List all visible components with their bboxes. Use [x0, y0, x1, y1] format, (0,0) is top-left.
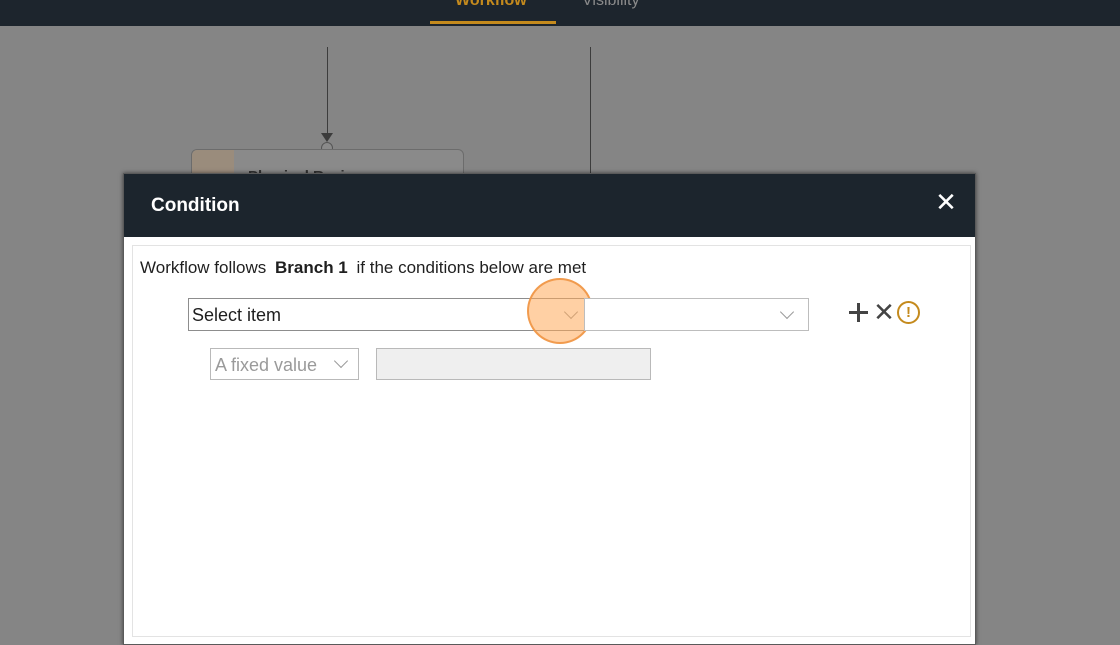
- dialog-title: Condition: [151, 195, 240, 216]
- tab-workflow[interactable]: Workflow: [455, 0, 527, 10]
- active-tab-indicator: [430, 21, 556, 24]
- chevron-down-icon[interactable]: [333, 353, 349, 369]
- value-source-select[interactable]: A fixed value: [210, 348, 359, 380]
- close-icon[interactable]: ✕: [934, 189, 958, 215]
- warning-icon[interactable]: !: [897, 301, 920, 324]
- workflow-connector-line: [590, 47, 591, 175]
- workflow-connector-line: [327, 47, 328, 135]
- close-icon[interactable]: ✕: [872, 299, 896, 326]
- chevron-down-icon[interactable]: [779, 304, 795, 320]
- connector-arrow-icon: [321, 133, 333, 142]
- sentence-prefix: Workflow follows: [140, 258, 267, 277]
- plus-icon[interactable]: [847, 300, 871, 326]
- dialog-header: Condition ✕: [124, 174, 975, 237]
- tab-visibility[interactable]: Visibility: [582, 0, 640, 10]
- item-select-value: Select item: [192, 305, 282, 325]
- top-navigation: Workflow Visibility: [0, 0, 1120, 26]
- value-input[interactable]: [376, 348, 651, 380]
- item-select[interactable]: Select item: [188, 298, 585, 331]
- branch-sentence: Workflow follows Branch 1 if the conditi…: [140, 258, 590, 278]
- sentence-suffix: if the conditions below are met: [356, 258, 587, 277]
- branch-name: Branch 1: [275, 258, 348, 277]
- condition-dialog: Condition ✕ Workflow follows Branch 1 if…: [123, 173, 976, 645]
- value-source-select-value: A fixed value: [215, 355, 318, 375]
- operator-select[interactable]: [584, 298, 809, 331]
